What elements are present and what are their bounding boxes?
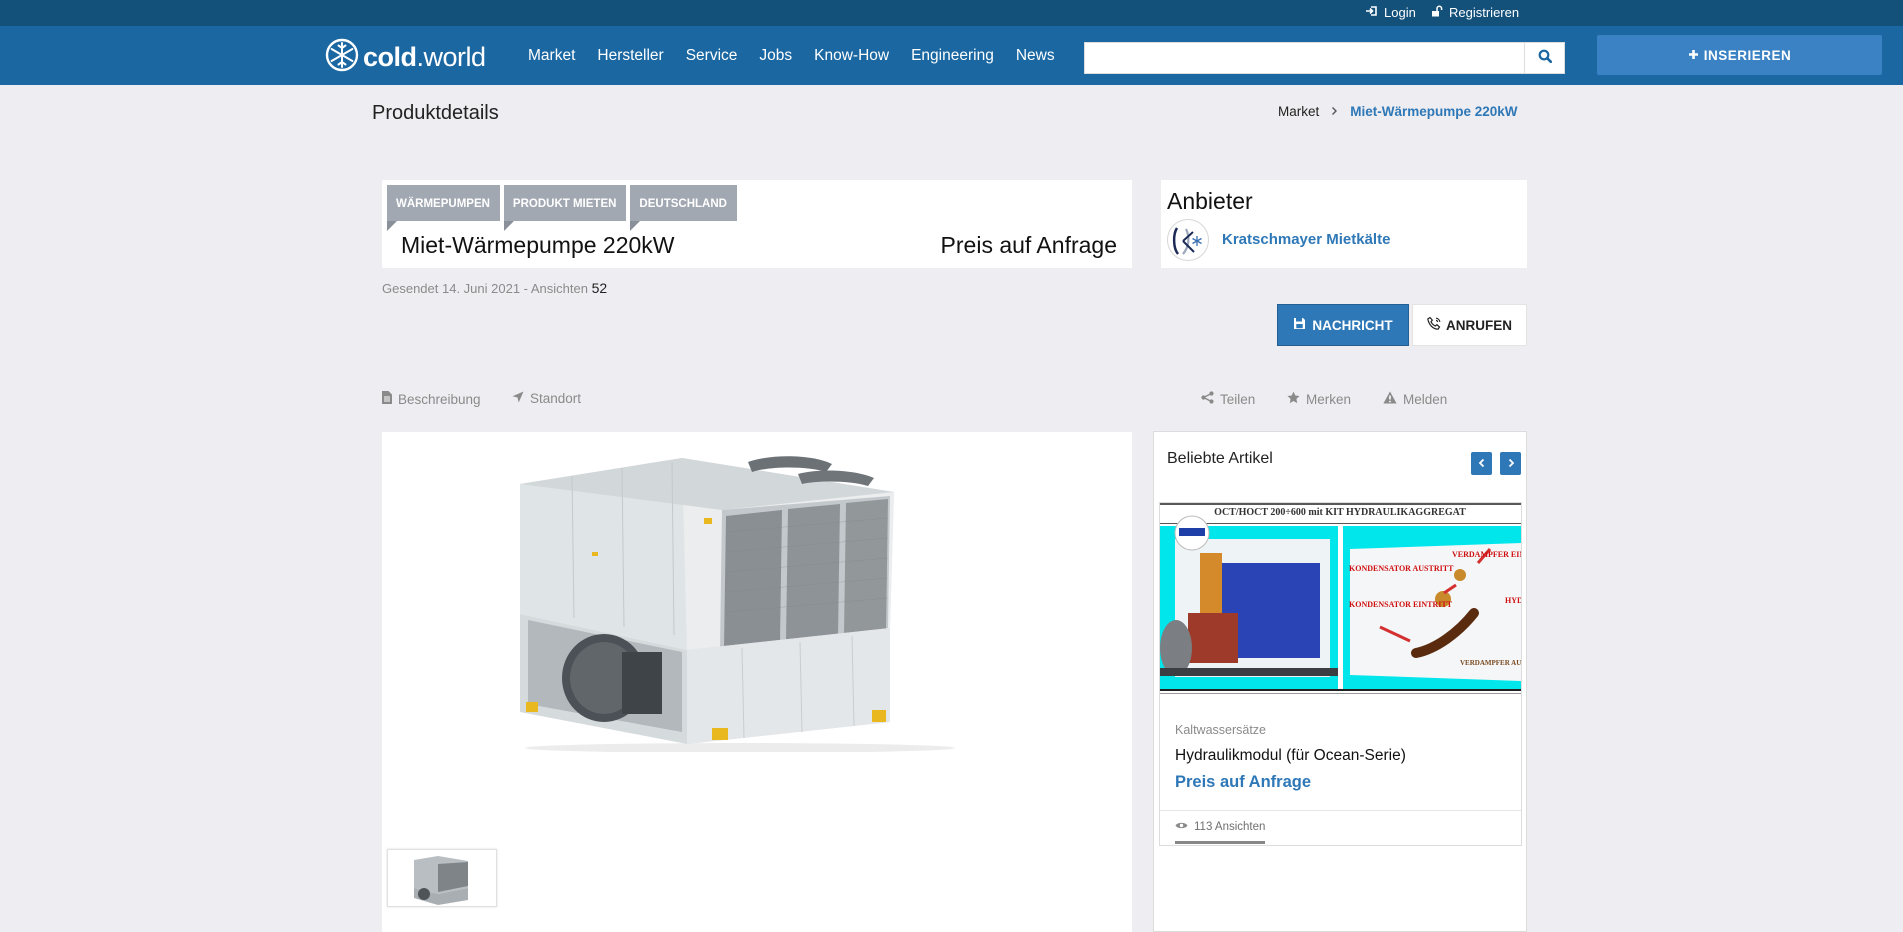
view-count: 52 bbox=[591, 280, 608, 296]
main-nav: Market Hersteller Service Jobs Know-How … bbox=[528, 26, 1077, 85]
carousel-prev-button[interactable] bbox=[1471, 452, 1492, 475]
register-label: Registrieren bbox=[1449, 5, 1520, 20]
popular-article-card[interactable]: OCT/HOCT 200÷600 mit KIT HYDRAULIKAGGREG… bbox=[1159, 502, 1522, 846]
document-icon bbox=[382, 391, 392, 407]
article-image-label-5: HYD EIN bbox=[1505, 596, 1521, 605]
tab-description[interactable]: Beschreibung bbox=[382, 391, 481, 407]
tab-location-label: Standort bbox=[530, 391, 582, 406]
article-image-label-3: VERDAMPFER EINTRITT bbox=[1452, 550, 1521, 559]
nav-market[interactable]: Market bbox=[528, 47, 575, 65]
save-icon bbox=[1293, 317, 1306, 333]
chevron-left-icon bbox=[1478, 455, 1486, 473]
plus-icon bbox=[1688, 48, 1699, 63]
login-icon bbox=[1365, 5, 1378, 20]
nav-news[interactable]: News bbox=[1016, 47, 1055, 65]
product-gallery bbox=[382, 432, 1132, 932]
nav-jobs[interactable]: Jobs bbox=[759, 47, 792, 65]
login-label: Login bbox=[1384, 5, 1416, 20]
gallery-thumbnail[interactable] bbox=[387, 849, 497, 907]
tab-location[interactable]: Standort bbox=[512, 391, 581, 406]
product-title: Miet-Wärmepumpe 220kW bbox=[401, 232, 675, 258]
article-views: 113 Ansichten bbox=[1175, 821, 1265, 833]
nav-engineering[interactable]: Engineering bbox=[911, 47, 994, 65]
article-image-label-4: VERDAMPFER AUSTRITT bbox=[1460, 659, 1521, 667]
tag-waermepumpen[interactable]: WÄRMEPUMPEN bbox=[387, 185, 500, 231]
article-category: Kaltwassersätze bbox=[1175, 723, 1267, 737]
star-icon bbox=[1287, 391, 1300, 407]
nav-know-how[interactable]: Know-How bbox=[814, 47, 889, 65]
unlock-icon bbox=[1431, 5, 1443, 20]
phone-icon bbox=[1427, 316, 1442, 334]
page-title: Produktdetails bbox=[372, 102, 499, 124]
popular-articles-panel: Beliebte Artikel OCT/HOCT 200÷600 mit KI… bbox=[1153, 431, 1527, 932]
carousel-progress-bar bbox=[1175, 841, 1265, 844]
top-bar: Login Registrieren bbox=[0, 0, 1903, 26]
nav-hersteller[interactable]: Hersteller bbox=[597, 47, 663, 65]
product-header-card: WÄRMEPUMPEN PRODUKT MIETEN DEUTSCHLAND M… bbox=[382, 180, 1132, 268]
login-link[interactable]: Login bbox=[1365, 5, 1416, 20]
eye-icon bbox=[1175, 821, 1188, 833]
search-icon bbox=[1538, 49, 1552, 68]
provider-name[interactable]: Kratschmayer Mietkälte bbox=[1222, 231, 1390, 248]
popular-heading: Beliebte Artikel bbox=[1167, 450, 1273, 467]
call-button[interactable]: ANRUFEN bbox=[1412, 304, 1527, 346]
breadcrumb-current: Miet-Wärmepumpe 220kW bbox=[1350, 104, 1518, 119]
article-image-label-2: KONDENSATOR EINTRITT bbox=[1349, 600, 1453, 609]
search-button[interactable] bbox=[1524, 43, 1564, 73]
provider-heading: Anbieter bbox=[1167, 188, 1253, 214]
message-button[interactable]: NACHRICHT bbox=[1277, 304, 1409, 346]
article-views-label: 113 Ansichten bbox=[1194, 821, 1266, 833]
brand-name: cold.world bbox=[363, 42, 486, 72]
share-label: Teilen bbox=[1220, 391, 1256, 407]
tab-description-label: Beschreibung bbox=[398, 391, 481, 407]
article-image-label-1: KONDENSATOR AUSTRITT bbox=[1349, 564, 1454, 573]
product-meta: Gesendet 14. Juni 2021 - Ansichten 52 bbox=[382, 280, 607, 296]
search-box bbox=[1084, 42, 1565, 74]
breadcrumb-market[interactable]: Market bbox=[1278, 104, 1319, 119]
carousel-next-button[interactable] bbox=[1500, 452, 1521, 475]
insert-button[interactable]: INSERIEREN bbox=[1597, 35, 1882, 75]
product-main-image[interactable] bbox=[512, 452, 972, 753]
article-divider bbox=[1160, 810, 1521, 811]
chevron-right-icon bbox=[1507, 455, 1515, 473]
bookmark-label: Merken bbox=[1306, 391, 1352, 407]
search-input[interactable] bbox=[1085, 43, 1525, 73]
share-link[interactable]: Teilen bbox=[1201, 391, 1255, 407]
bookmark-link[interactable]: Merken bbox=[1287, 391, 1351, 407]
call-label: ANRUFEN bbox=[1446, 317, 1512, 333]
breadcrumb: Market Miet-Wärmepumpe 220kW bbox=[1278, 104, 1518, 119]
message-label: NACHRICHT bbox=[1312, 317, 1393, 333]
location-arrow-icon bbox=[512, 391, 524, 406]
site-logo[interactable]: cold.world bbox=[325, 38, 486, 77]
chevron-right-icon bbox=[1331, 104, 1338, 119]
report-link[interactable]: Melden bbox=[1383, 391, 1447, 407]
report-label: Melden bbox=[1403, 391, 1448, 407]
article-image-title: OCT/HOCT 200÷600 mit KIT HYDRAULIKAGGREG… bbox=[1214, 507, 1466, 518]
sent-date: Gesendet 14. Juni 2021 - Ansichten bbox=[382, 281, 588, 296]
provider-card: Anbieter Kratschmayer Mietkälte bbox=[1161, 180, 1527, 268]
carousel-progress-fill bbox=[1175, 841, 1265, 844]
tag-produkt-mieten[interactable]: PRODUKT MIETEN bbox=[503, 185, 627, 231]
register-link[interactable]: Registrieren bbox=[1431, 5, 1519, 20]
nav-service[interactable]: Service bbox=[686, 47, 738, 65]
insert-label: INSERIEREN bbox=[1703, 47, 1792, 63]
tag-deutschland[interactable]: DEUTSCHLAND bbox=[630, 185, 737, 231]
main-navbar: cold.world Market Hersteller Service Job… bbox=[0, 26, 1903, 85]
warning-icon bbox=[1383, 391, 1397, 407]
product-tags: WÄRMEPUMPEN PRODUKT MIETEN DEUTSCHLAND bbox=[387, 185, 737, 231]
snowflake-logo-icon bbox=[325, 38, 359, 77]
share-icon bbox=[1201, 391, 1214, 407]
article-price: Preis auf Anfrage bbox=[1175, 773, 1312, 791]
provider-avatar[interactable] bbox=[1167, 219, 1209, 261]
article-image: OCT/HOCT 200÷600 mit KIT HYDRAULIKAGGREG… bbox=[1160, 503, 1521, 698]
article-title[interactable]: Hydraulikmodul (für Ocean-Serie) bbox=[1175, 747, 1406, 765]
product-price: Preis auf Anfrage bbox=[940, 232, 1117, 258]
